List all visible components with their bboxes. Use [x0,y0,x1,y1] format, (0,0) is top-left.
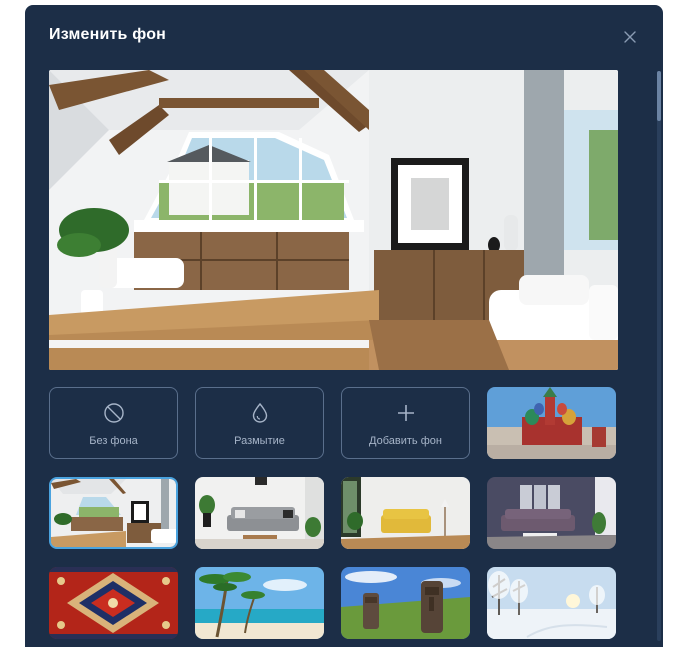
background-preview [49,70,618,370]
background-thumb-yellow-sofa-room[interactable] [341,477,470,549]
no-background-label: Без фона [89,435,138,447]
close-icon [624,31,636,43]
background-thumb-red-carpet[interactable] [49,567,178,639]
background-thumb-moscow-cathedral[interactable] [487,387,616,459]
add-background-label: Добавить фон [369,435,442,447]
background-thumb-easter-island-moai[interactable] [341,567,470,639]
dialog-scrollbar[interactable] [657,71,661,641]
blur-drop-icon [252,402,267,423]
background-thumb-snowy-forest[interactable] [487,567,616,639]
background-thumb-attic-living-room[interactable] [49,477,178,549]
dialog-title: Изменить фон [49,26,167,43]
blur-label: Размытие [234,435,285,447]
no-background-icon [103,403,124,423]
close-button[interactable] [622,29,638,45]
background-thumb-grey-sofa-room[interactable] [195,477,324,549]
scrollbar-thumb[interactable] [657,71,661,121]
blur-button[interactable]: Размытие [195,387,324,459]
add-background-button[interactable]: Добавить фон [341,387,470,459]
change-background-dialog: Изменить фон Без фона Размытие Добавить … [25,5,663,647]
dialog-header: Изменить фон [25,5,663,69]
background-thumb-tropical-beach[interactable] [195,567,324,639]
no-background-button[interactable]: Без фона [49,387,178,459]
background-thumb-purple-lounge[interactable] [487,477,616,549]
plus-icon [397,405,414,421]
